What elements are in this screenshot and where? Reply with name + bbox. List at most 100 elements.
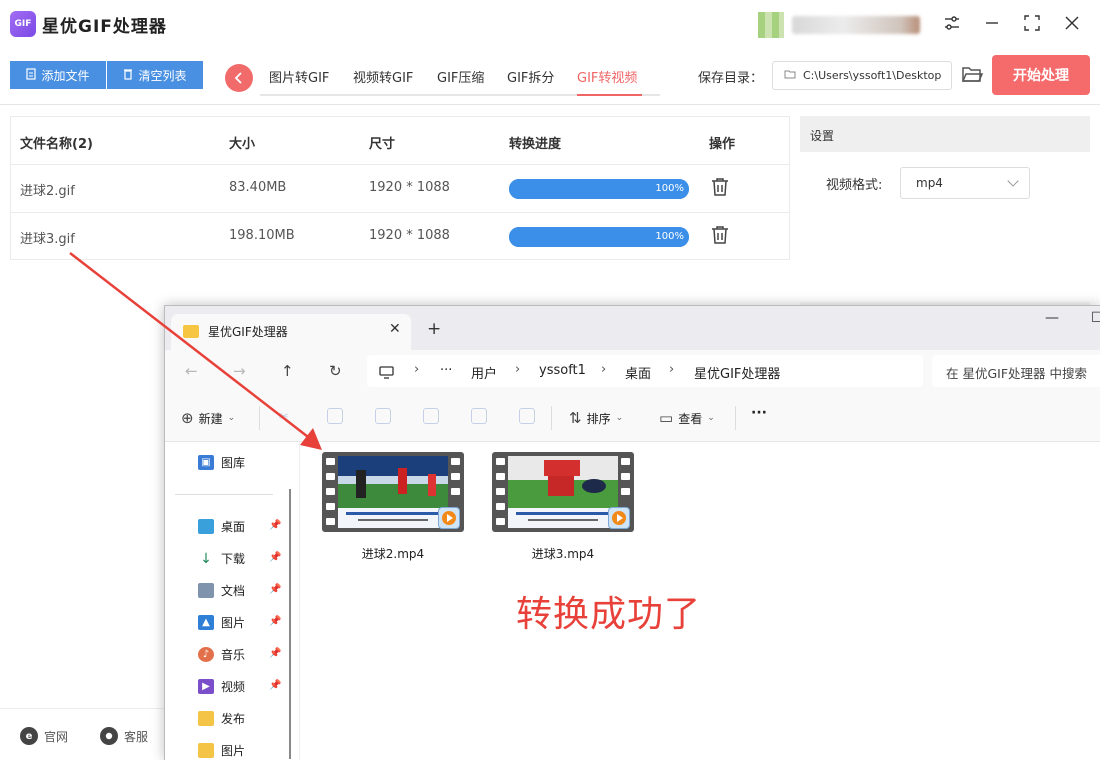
new-tab-plus-icon[interactable]: + bbox=[427, 319, 441, 339]
pin-icon[interactable]: 📌 bbox=[269, 520, 281, 531]
gallery-icon: ▣ bbox=[198, 455, 214, 470]
sidebar-item-downloads[interactable]: ↓ 下载 bbox=[198, 550, 245, 567]
address-bar[interactable]: › ··· 用户 › yssoft1 › 桌面 › 星优GIF处理器 bbox=[367, 355, 923, 387]
col-actions: 操作 bbox=[709, 137, 736, 152]
website-link[interactable]: e 官网 bbox=[20, 727, 68, 745]
sidebar-item-label: 图片 bbox=[221, 744, 246, 758]
pin-icon[interactable]: 📌 bbox=[269, 680, 281, 691]
start-processing-button[interactable]: 开始处理 bbox=[992, 55, 1090, 95]
explorer-search-input[interactable]: 在 星优GIF处理器 中搜索 bbox=[932, 355, 1100, 387]
sidebar-item-pictures-folder[interactable]: 图片 bbox=[198, 742, 245, 759]
more-options-icon[interactable]: ··· bbox=[751, 405, 767, 421]
back-arrow-icon[interactable]: ← bbox=[185, 362, 198, 380]
table-row[interactable]: 进球2.gif 83.40MB 1920 * 1088 100% bbox=[11, 164, 789, 212]
video-format-select[interactable]: mp4 bbox=[900, 167, 1030, 199]
tab-close-icon[interactable]: ✕ bbox=[389, 321, 401, 337]
picture-icon: ▲ bbox=[198, 615, 214, 630]
add-files-label: 添加文件 bbox=[41, 68, 90, 83]
breadcrumb-more[interactable]: ··· bbox=[440, 363, 452, 378]
video-frame-image bbox=[338, 456, 448, 528]
up-arrow-icon[interactable]: ↑ bbox=[281, 362, 294, 380]
document-icon bbox=[198, 583, 214, 598]
view-button[interactable]: ▭ 查看 ⌄ bbox=[659, 409, 715, 427]
tab-video-to-gif[interactable]: 视频转GIF bbox=[353, 67, 413, 86]
file-size: 83.40MB bbox=[229, 180, 287, 195]
sidebar-scrollbar[interactable] bbox=[289, 489, 291, 759]
user-avatar[interactable] bbox=[758, 12, 784, 38]
film-sprocket bbox=[621, 473, 630, 480]
refresh-icon[interactable]: ↻ bbox=[329, 362, 342, 380]
explorer-tab[interactable]: 星优GIF处理器 ✕ bbox=[171, 314, 411, 350]
cut-icon[interactable]: ✂ bbox=[279, 409, 289, 423]
sort-button[interactable]: ⇅ 排序 ⌄ bbox=[569, 409, 623, 427]
support-link[interactable]: 客服 bbox=[100, 727, 148, 745]
settings-panel: 设置 视频格式: mp4 bbox=[800, 116, 1090, 306]
sidebar-item-music[interactable]: ♪ 音乐 bbox=[198, 646, 245, 663]
save-dir-input[interactable]: C:\Users\yssoft1\Desktop bbox=[772, 61, 952, 90]
minimize-icon[interactable] bbox=[980, 11, 1004, 35]
settings-body: 视频格式: mp4 bbox=[800, 152, 1090, 302]
sidebar-item-label: 文档 bbox=[221, 584, 246, 598]
film-sprocket bbox=[621, 458, 630, 465]
progress-text: 100% bbox=[655, 231, 684, 242]
tab-image-to-gif[interactable]: 图片转GIF bbox=[269, 67, 329, 86]
table-row[interactable]: 进球3.gif 198.10MB 1920 * 1088 100% bbox=[11, 212, 789, 260]
share-icon[interactable] bbox=[471, 408, 487, 424]
file-explorer-window: 星优GIF处理器 ✕ + — ☐ ← → ↑ ↻ › ··· 用户 › ysso… bbox=[164, 305, 1100, 760]
delete-trash-icon[interactable] bbox=[711, 225, 729, 245]
breadcrumb-desktop[interactable]: 桌面 bbox=[625, 363, 651, 382]
film-sprocket bbox=[496, 518, 505, 525]
back-chevron-icon[interactable] bbox=[225, 64, 253, 92]
pin-icon[interactable]: 📌 bbox=[269, 616, 281, 627]
settings-title: 设置 bbox=[800, 116, 1090, 152]
film-sprocket bbox=[621, 488, 630, 495]
sidebar-item-gallery[interactable]: ▣ 图库 bbox=[198, 454, 245, 471]
tab-gif-to-video[interactable]: GIF转视频 bbox=[577, 67, 637, 86]
sidebar-item-documents[interactable]: 文档 bbox=[198, 582, 245, 599]
breadcrumb-users[interactable]: 用户 bbox=[471, 363, 497, 382]
delete-icon[interactable] bbox=[519, 408, 535, 424]
breadcrumb-chevron-icon: › bbox=[414, 362, 420, 377]
paste-icon[interactable] bbox=[375, 408, 391, 424]
chevron-down-icon: ⌄ bbox=[615, 413, 624, 423]
breadcrumb-yssoft1[interactable]: yssoft1 bbox=[539, 363, 586, 378]
settings-sliders-icon[interactable] bbox=[940, 11, 964, 35]
copy-icon[interactable] bbox=[327, 408, 343, 424]
maximize-icon[interactable] bbox=[1020, 11, 1044, 35]
breadcrumb-current[interactable]: 星优GIF处理器 bbox=[694, 363, 780, 382]
pin-icon[interactable]: 📌 bbox=[269, 552, 281, 563]
forward-arrow-icon[interactable]: → bbox=[233, 362, 246, 380]
sidebar-item-label: 视频 bbox=[221, 680, 246, 694]
tab-gif-compress[interactable]: GIF压缩 bbox=[437, 67, 484, 86]
file-size: 198.10MB bbox=[229, 228, 295, 243]
sidebar-item-videos[interactable]: ▶ 视频 bbox=[198, 678, 245, 695]
explorer-minimize-icon[interactable]: — bbox=[1045, 310, 1059, 326]
delete-trash-icon[interactable] bbox=[711, 177, 729, 197]
pin-icon[interactable]: 📌 bbox=[269, 584, 281, 595]
sidebar-item-pictures[interactable]: ▲ 图片 bbox=[198, 614, 245, 631]
video-frame-image bbox=[508, 456, 618, 528]
file-item[interactable]: 进球3.mp4 bbox=[492, 452, 634, 561]
sidebar-item-desktop[interactable]: 桌面 bbox=[198, 518, 245, 535]
media-player-icon bbox=[438, 507, 460, 529]
close-icon[interactable] bbox=[1060, 11, 1084, 35]
tab-gif-split[interactable]: GIF拆分 bbox=[507, 67, 554, 86]
rename-icon[interactable] bbox=[423, 408, 439, 424]
add-files-button[interactable]: 添加文件 bbox=[10, 61, 106, 89]
film-sprocket bbox=[451, 488, 460, 495]
sidebar-item-publish[interactable]: 发布 bbox=[198, 710, 245, 727]
divider bbox=[551, 406, 552, 430]
new-button[interactable]: ⊕ 新建 ⌄ bbox=[181, 409, 235, 427]
file-item[interactable]: 进球2.mp4 bbox=[322, 452, 464, 561]
film-sprocket bbox=[496, 488, 505, 495]
clear-list-button[interactable]: 清空列表 bbox=[107, 61, 203, 89]
pin-icon[interactable]: 📌 bbox=[269, 648, 281, 659]
open-folder-icon[interactable] bbox=[961, 64, 984, 86]
app-title-bar: GIF 星优GIF处理器 bbox=[0, 0, 1100, 48]
divider bbox=[259, 406, 260, 430]
film-sprocket bbox=[326, 458, 335, 465]
chevron-down-icon: ⌄ bbox=[707, 413, 715, 423]
user-name-blurred[interactable] bbox=[792, 16, 920, 34]
explorer-maximize-icon[interactable]: ☐ bbox=[1091, 310, 1100, 326]
success-annotation: 转换成功了 bbox=[516, 594, 702, 635]
